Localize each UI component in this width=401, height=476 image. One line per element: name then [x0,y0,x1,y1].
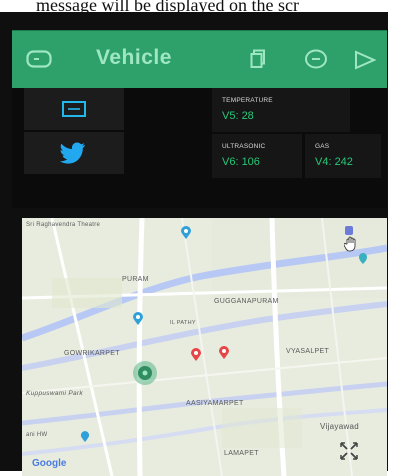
map-label-vijayawada: Vijayawad [320,422,360,431]
copy-icon[interactable] [250,49,266,74]
phone-screen: Vehicle TEMPERATURE V5: 28 ULTRASONIC V6… [0,12,388,476]
map-label-park: Kuppuswami Park [26,390,83,397]
map-view[interactable]: Sri Raghavendra Theatre PURAM GUGGANAPUR… [22,218,387,476]
device-icon[interactable] [26,50,52,73]
temperature-value: V5: 28 [222,110,254,122]
map-label-puram: PURAM [122,276,149,283]
ultrasonic-widget[interactable]: ULTRASONIC V6: 106 [212,134,302,178]
gas-widget[interactable]: GAS V4: 242 [305,134,381,178]
gas-value: V4: 242 [315,156,353,168]
map-label-vyasalpet: VYASALPET [286,348,330,355]
temperature-widget[interactable]: TEMPERATURE V5: 28 [212,88,350,132]
widget-area: TEMPERATURE V5: 28 ULTRASONIC V6: 106 GA… [12,88,387,208]
gas-label: GAS [315,143,330,150]
map-label-gugganapuram: GUGGANAPURAM [214,298,279,305]
play-icon[interactable] [354,50,377,75]
vehicle-marker-icon[interactable] [132,360,158,391]
temperature-label: TEMPERATURE [222,97,273,104]
map-label-gowrikarpet: GOWRIKARPET [64,350,120,357]
map-label-ilpathy: IL PATHY [170,320,196,326]
map-canvas [22,218,387,476]
location-pin-icon[interactable] [190,348,202,367]
shop-icon [358,252,368,270]
map-label-road: ani HW [26,432,48,438]
email-icon [62,100,86,123]
twitter-icon [60,142,86,169]
google-logo-text: Google [32,458,67,469]
map-pin-icon[interactable] [180,226,192,245]
map-label-aasiyamarpet: AASIYAMARPET [186,400,244,407]
map-label-theatre: Sri Raghavendra Theatre [26,222,101,228]
email-button[interactable] [24,88,124,130]
google-logo: Google [32,458,66,469]
caption-label: message will be displayed on the scr [36,0,299,15]
location-pin-icon[interactable] [218,346,230,365]
twitter-button[interactable] [24,132,124,174]
map-label-lamapet: LAMAPET [224,450,259,457]
app-title: Vehicle [96,46,172,69]
place-icon[interactable] [132,312,144,331]
ultrasonic-label: ULTRASONIC [222,143,266,150]
app-bar: Vehicle [12,30,387,88]
fullscreen-icon[interactable] [338,440,360,467]
place-icon[interactable] [80,430,90,448]
ultrasonic-value: V6: 106 [222,156,260,168]
add-icon[interactable] [304,49,328,74]
